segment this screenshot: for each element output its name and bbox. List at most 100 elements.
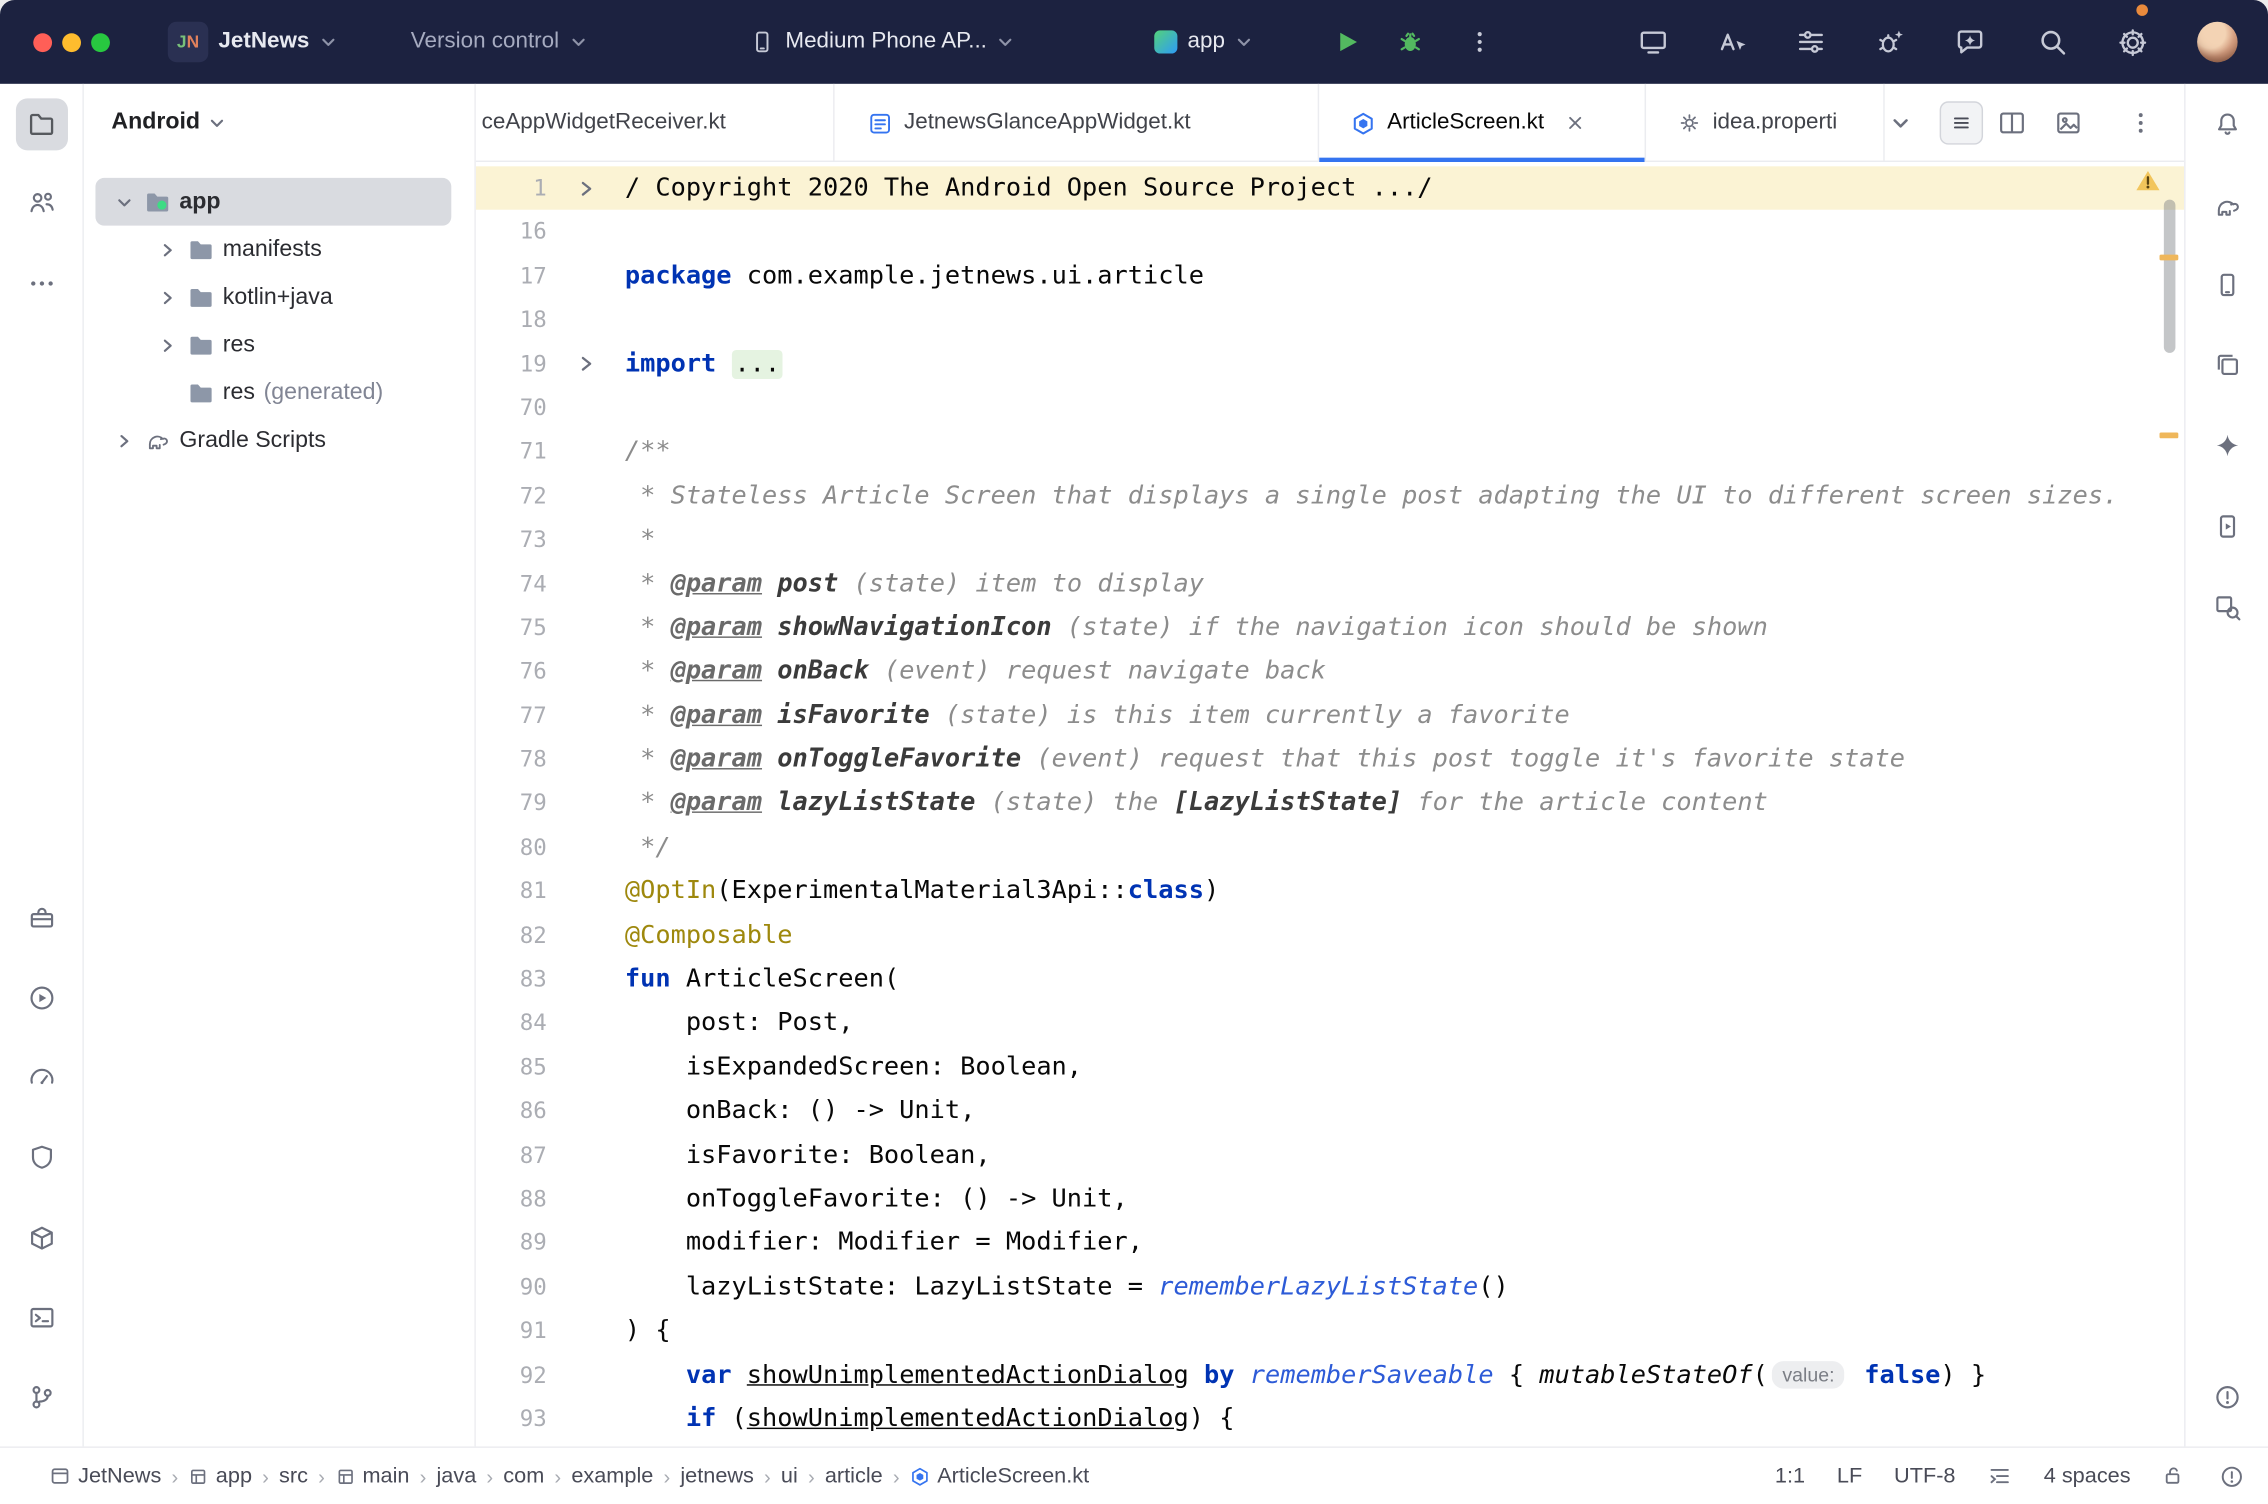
running-devices-button[interactable]	[2186, 512, 2268, 541]
breadcrumb-item[interactable]: ui	[781, 1464, 798, 1489]
tree-item-kotlin-java[interactable]: kotlin+java	[84, 273, 475, 321]
code-text[interactable]: isExpandedScreen: Boolean,	[625, 1045, 1082, 1089]
inspection-warning-icon[interactable]	[2135, 169, 2161, 192]
device-selector[interactable]: Medium Phone AP...	[749, 0, 1014, 84]
code-text[interactable]: */	[625, 826, 671, 870]
code-text[interactable]: * @param onBack (event) request navigate…	[625, 650, 1326, 694]
code-text[interactable]: var showUnimplementedActionDialog by rem…	[625, 1353, 1986, 1397]
breadcrumb-item[interactable]: main	[335, 1464, 410, 1489]
tree-item-res-generated[interactable]: res (generated)	[84, 369, 475, 417]
tab-idea-properties[interactable]: idea.properti	[1646, 84, 1885, 162]
layout-inspector-button[interactable]	[2186, 593, 2268, 622]
logcat-filter-button[interactable]	[1795, 0, 1827, 84]
tab-jetnewsglanceappwidget[interactable]: JetnewsGlanceAppWidget.kt	[835, 84, 1320, 162]
profiler-tool-button[interactable]	[0, 1063, 84, 1092]
device-manager-button[interactable]	[2186, 270, 2268, 299]
code-text[interactable]: lazyListState: LazyListState = rememberL…	[625, 1265, 1509, 1309]
code-text[interactable]: * Stateless Article Screen that displays…	[625, 474, 2118, 518]
code-text[interactable]: fun ArticleScreen(	[625, 958, 899, 1002]
tab-articlescreen[interactable]: ArticleScreen.kt	[1319, 84, 1646, 162]
user-avatar[interactable]	[2197, 0, 2238, 84]
line-number[interactable]: 19	[476, 342, 547, 386]
chevron-right-icon[interactable]	[156, 241, 179, 258]
breadcrumb-item[interactable]: JetNews	[49, 1464, 161, 1489]
line-number[interactable]: 74	[476, 562, 547, 606]
line-number[interactable]: 71	[476, 430, 547, 474]
editor-layout-toggle[interactable]	[1940, 84, 1983, 162]
line-number[interactable]: 77	[476, 694, 547, 738]
fold-arrow-icon[interactable]	[547, 166, 625, 210]
line-number[interactable]: 88	[476, 1177, 547, 1221]
vcs-widget[interactable]: Version control	[411, 0, 587, 84]
code-text[interactable]: *	[625, 518, 655, 562]
debug-button[interactable]	[1394, 0, 1426, 84]
status-error-icon[interactable]	[2219, 1463, 2245, 1489]
preview-image-button[interactable]	[2054, 84, 2083, 162]
device-explorer-button[interactable]	[0, 1224, 84, 1253]
split-editor-button[interactable]	[1998, 84, 2027, 162]
tab-list-dropdown[interactable]	[1890, 84, 1910, 162]
build-tool-button[interactable]	[0, 903, 84, 932]
warning-stripe-mark[interactable]	[2160, 255, 2179, 261]
code-text[interactable]: import ...	[625, 342, 783, 386]
line-number[interactable]: 76	[476, 650, 547, 694]
close-tab-icon[interactable]	[1564, 113, 1584, 133]
line-number[interactable]: 16	[476, 210, 547, 254]
code-text[interactable]: isFavorite: Boolean,	[625, 1133, 991, 1177]
fold-arrow-icon[interactable]	[547, 342, 625, 386]
app-quality-insights-button[interactable]	[0, 1143, 84, 1172]
breadcrumb-item[interactable]: jetnews	[680, 1464, 754, 1489]
breadcrumb-item[interactable]: com	[503, 1464, 544, 1489]
encoding-widget[interactable]: UTF-8	[1894, 1464, 1955, 1489]
indent-widget[interactable]: 4 spaces	[2044, 1464, 2131, 1489]
line-number[interactable]: 80	[476, 826, 547, 870]
line-number[interactable]: 72	[476, 474, 547, 518]
line-number[interactable]: 91	[476, 1309, 547, 1353]
ai-debug-button[interactable]	[1875, 0, 1907, 84]
line-number[interactable]: 81	[476, 870, 547, 914]
run-tool-button[interactable]	[0, 984, 84, 1013]
editor-scrollbar-thumb[interactable]	[2164, 200, 2176, 353]
breadcrumb-item[interactable]: ArticleScreen.kt	[910, 1464, 1089, 1489]
breadcrumb-item[interactable]: java	[436, 1464, 476, 1489]
line-number[interactable]: 85	[476, 1045, 547, 1089]
line-number[interactable]: 93	[476, 1397, 547, 1441]
fullscreen-window-button[interactable]	[91, 33, 110, 52]
version-control-tool-button[interactable]	[0, 1383, 84, 1412]
breadcrumb-item[interactable]: app	[188, 1464, 252, 1489]
run-configuration-selector[interactable]: app	[1154, 0, 1252, 84]
code-text[interactable]: ) {	[625, 1309, 671, 1353]
code-text[interactable]: * @param isFavorite (state) is this item…	[625, 694, 1570, 738]
line-number[interactable]: 78	[476, 738, 547, 782]
close-window-button[interactable]	[33, 33, 52, 52]
search-everywhere-button[interactable]	[2037, 0, 2069, 84]
gemini-button[interactable]	[2186, 431, 2268, 460]
line-number[interactable]: 79	[476, 782, 547, 826]
more-tools-button[interactable]	[0, 269, 84, 298]
code-text[interactable]: onToggleFavorite: () -> Unit,	[625, 1177, 1128, 1221]
breadcrumb-item[interactable]: example	[571, 1464, 653, 1489]
breadcrumb-item[interactable]: src	[279, 1464, 308, 1489]
terminal-tool-button[interactable]	[0, 1303, 84, 1332]
problems-button[interactable]	[2186, 1383, 2268, 1412]
code-text[interactable]: /**	[625, 430, 671, 474]
line-number[interactable]: 84	[476, 1002, 547, 1046]
caret-position-widget[interactable]: 1:1	[1775, 1464, 1805, 1489]
line-number[interactable]: 83	[476, 958, 547, 1002]
device-mirroring-button[interactable]	[1637, 0, 1669, 84]
line-number[interactable]: 82	[476, 914, 547, 958]
line-number[interactable]: 75	[476, 606, 547, 650]
code-text[interactable]: * @param showNavigationIcon (state) if t…	[625, 606, 1768, 650]
tab-glanceappwidgetreceiver[interactable]: ceAppWidgetReceiver.kt	[476, 84, 835, 162]
build-variants-button[interactable]	[2186, 350, 2268, 379]
minimize-window-button[interactable]	[62, 33, 81, 52]
editor-more-options[interactable]	[2128, 84, 2154, 162]
line-separator-widget[interactable]: LF	[1837, 1464, 1862, 1489]
code-text[interactable]: * @param lazyListState (state) the [Lazy…	[625, 782, 1768, 826]
unlock-icon[interactable]	[2162, 1464, 2187, 1489]
chevron-down-icon[interactable]	[113, 193, 136, 210]
line-number[interactable]: 18	[476, 298, 547, 342]
line-number[interactable]: 90	[476, 1265, 547, 1309]
code-text[interactable]: * @param onToggleFavorite (event) reques…	[625, 738, 1905, 782]
notifications-button[interactable]	[2186, 110, 2268, 139]
